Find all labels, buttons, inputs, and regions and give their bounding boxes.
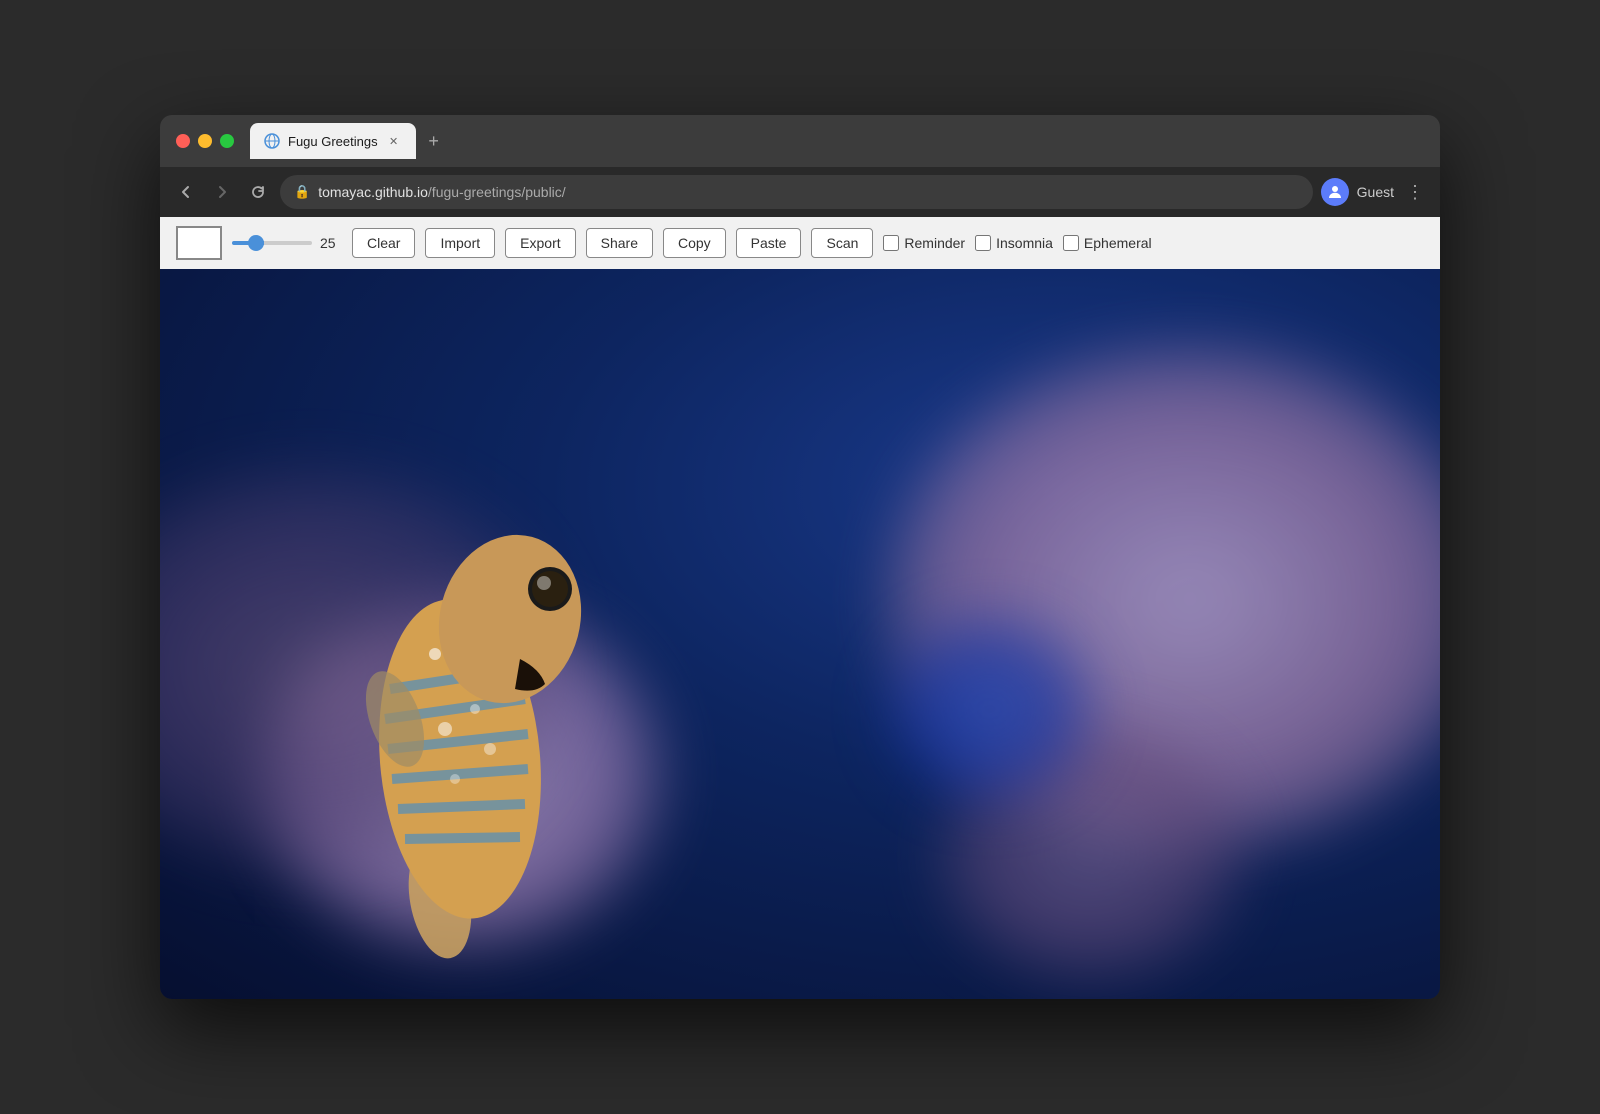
tab-close-button[interactable]: ✕ bbox=[386, 133, 402, 149]
slider-container: 25 bbox=[232, 235, 342, 251]
import-button[interactable]: Import bbox=[425, 228, 495, 258]
reminder-checkbox-label[interactable]: Reminder bbox=[883, 235, 965, 251]
new-tab-button[interactable]: + bbox=[420, 127, 448, 155]
deep-water-bg bbox=[890, 619, 1090, 799]
brush-size-value: 25 bbox=[320, 235, 342, 251]
close-button[interactable] bbox=[176, 134, 190, 148]
maximize-button[interactable] bbox=[220, 134, 234, 148]
brush-size-slider[interactable] bbox=[232, 241, 312, 245]
forward-button[interactable] bbox=[208, 178, 236, 206]
tab-title: Fugu Greetings bbox=[288, 134, 378, 149]
traffic-lights bbox=[176, 134, 234, 148]
profile-area: Guest bbox=[1321, 178, 1394, 206]
reminder-checkbox[interactable] bbox=[883, 235, 899, 251]
canvas-preview bbox=[176, 226, 222, 260]
fish-svg bbox=[280, 399, 660, 959]
scan-button[interactable]: Scan bbox=[811, 228, 873, 258]
ephemeral-label: Ephemeral bbox=[1084, 235, 1152, 251]
tab-favicon bbox=[264, 133, 280, 149]
url-text: tomayac.github.io/fugu-greetings/public/ bbox=[318, 184, 566, 200]
url-base: tomayac.github.io bbox=[318, 184, 428, 200]
tab-bar: Fugu Greetings ✕ + bbox=[250, 123, 1424, 159]
back-button[interactable] bbox=[172, 178, 200, 206]
toolbar: 25 Clear Import Export Share Copy Paste … bbox=[160, 217, 1440, 269]
main-content bbox=[160, 269, 1440, 999]
clear-button[interactable]: Clear bbox=[352, 228, 415, 258]
insomnia-checkbox-label[interactable]: Insomnia bbox=[975, 235, 1053, 251]
browser-menu-button[interactable]: ⋮ bbox=[1402, 178, 1428, 207]
lock-icon: 🔒 bbox=[294, 184, 310, 200]
url-path: /fugu-greetings/public/ bbox=[428, 184, 566, 200]
copy-button[interactable]: Copy bbox=[663, 228, 726, 258]
reload-button[interactable] bbox=[244, 178, 272, 206]
profile-icon[interactable] bbox=[1321, 178, 1349, 206]
browser-window: Fugu Greetings ✕ + 🔒 tomayac.github.i bbox=[160, 115, 1440, 999]
minimize-button[interactable] bbox=[198, 134, 212, 148]
back-icon bbox=[177, 183, 195, 201]
ephemeral-checkbox-label[interactable]: Ephemeral bbox=[1063, 235, 1152, 251]
reload-icon bbox=[249, 183, 267, 201]
address-bar: 🔒 tomayac.github.io/fugu-greetings/publi… bbox=[160, 167, 1440, 217]
title-bar: Fugu Greetings ✕ + bbox=[160, 115, 1440, 167]
export-button[interactable]: Export bbox=[505, 228, 575, 258]
reminder-label: Reminder bbox=[904, 235, 965, 251]
active-tab[interactable]: Fugu Greetings ✕ bbox=[250, 123, 416, 159]
forward-icon bbox=[213, 183, 231, 201]
url-bar[interactable]: 🔒 tomayac.github.io/fugu-greetings/publi… bbox=[280, 175, 1313, 209]
paste-button[interactable]: Paste bbox=[736, 228, 802, 258]
share-button[interactable]: Share bbox=[586, 228, 653, 258]
fish bbox=[280, 399, 660, 959]
person-icon bbox=[1326, 183, 1344, 201]
insomnia-checkbox[interactable] bbox=[975, 235, 991, 251]
fish-scene[interactable] bbox=[160, 269, 1440, 999]
insomnia-label: Insomnia bbox=[996, 235, 1053, 251]
ephemeral-checkbox[interactable] bbox=[1063, 235, 1079, 251]
profile-label: Guest bbox=[1357, 184, 1394, 200]
